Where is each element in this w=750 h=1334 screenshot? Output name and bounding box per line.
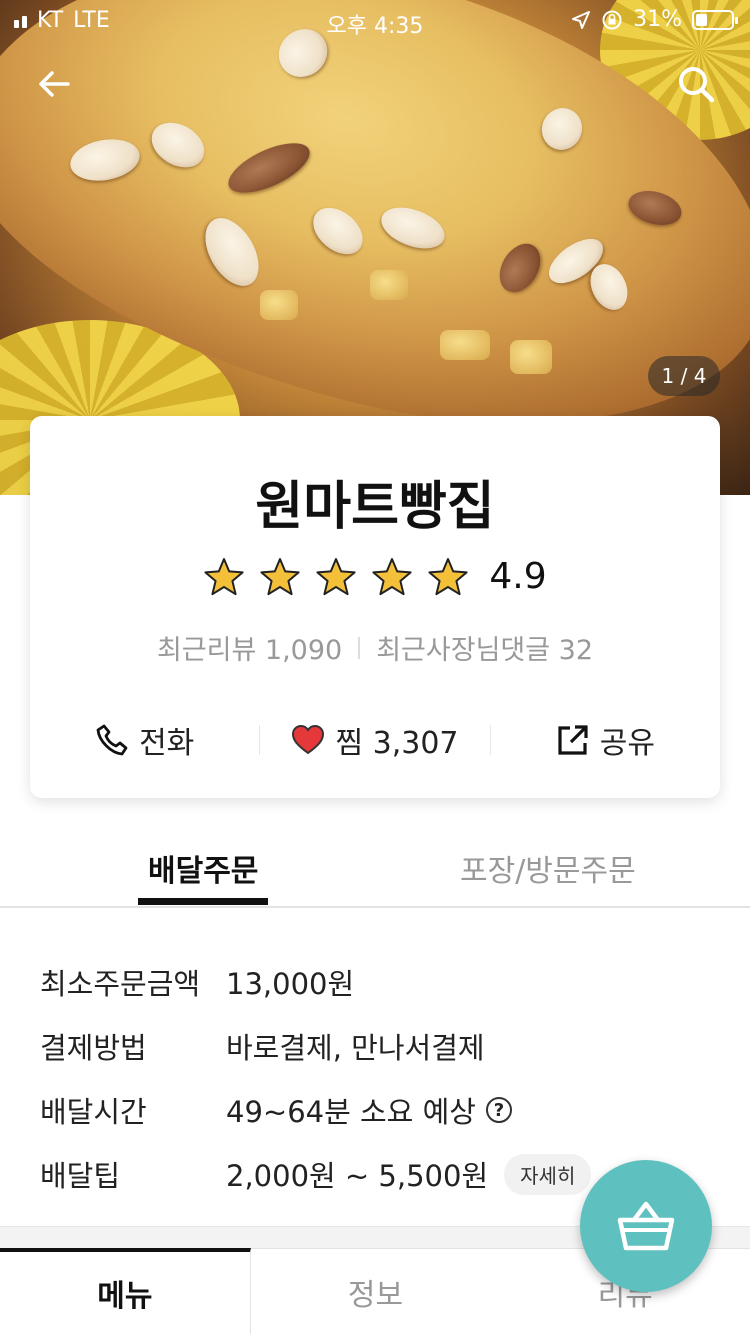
order-type-tabs: 배달주문 포장/방문주문 [0,820,750,908]
call-button[interactable]: 전화 [30,718,259,762]
store-rating[interactable]: 4.9 [30,556,720,597]
share-icon [558,725,588,755]
phone-icon [96,724,128,756]
star-icon [316,557,356,595]
info-value-group: 2,000원 ~ 5,500원 자세히 [226,1153,592,1195]
info-value: 49~64분 소요 예상 [226,1095,476,1129]
location-arrow-icon [572,10,591,29]
info-row-min-order: 최소주문금액 13,000원 [40,950,720,1014]
info-label: 최소주문금액 [40,967,201,1001]
like-label: 찜 3,307 [335,726,459,761]
rating-value: 4.9 [489,556,547,597]
tab-delivery-order[interactable]: 배달주문 [138,846,269,905]
status-bar: KT LTE 오후 4:35 31% [0,0,750,40]
info-value: 2,000원 ~ 5,500원 [226,1159,489,1193]
battery-fill [696,13,707,26]
tab-delivery-label: 배달주문 [148,854,259,889]
divider [358,636,361,659]
call-label: 전화 [139,726,195,761]
store-actions: 전화 찜 3,307 공유 [30,716,720,764]
image-counter: 1 / 4 [648,356,720,396]
info-row-delivery-time: 배달시간 49~64분 소요 예상 ? [40,1078,720,1142]
owner-replies-link[interactable]: 최근사장님댓글 32 [376,628,593,667]
store-name: 원마트빵집 [255,477,495,537]
cart-basket-icon [617,1201,675,1251]
recent-reviews-link[interactable]: 최근리뷰 1,090 [157,628,342,667]
active-tab-indicator [138,898,269,905]
rotation-lock-icon [602,10,622,29]
share-button[interactable]: 공유 [491,718,720,762]
search-button[interactable] [672,60,720,108]
back-arrow-icon [39,71,70,97]
info-value: 13,000원 [226,967,355,1001]
info-label: 결제방법 [40,1031,147,1065]
like-button[interactable]: 찜 3,307 [260,718,489,762]
info-value: 바로결제, 만나서결제 [226,1031,485,1065]
search-icon [679,67,715,103]
back-button[interactable] [30,60,78,108]
share-label: 공유 [599,726,655,761]
store-page: 1 / 4 KT LTE 오후 4:35 31% 원마트빵집 4.9 최근리뷰 … [0,0,750,1334]
delivery-tip-detail-button[interactable]: 자세히 [504,1153,592,1195]
battery-percent: 31% [633,7,682,32]
star-icon [428,557,468,595]
star-icon [372,557,412,595]
info-label: 배달팁 [40,1159,121,1193]
tab-info[interactable]: 정보 [250,1248,501,1334]
rating-stars [203,557,469,597]
tab-pickup-order[interactable]: 포장/방문주문 [460,846,636,890]
question-icon[interactable]: ? [485,1097,512,1123]
crumb [440,330,490,360]
star-icon [260,557,300,595]
store-info-card: 원마트빵집 4.9 최근리뷰 1,090 최근사장님댓글 32 전화 찜 3,3… [30,416,720,798]
info-value-group: 49~64분 소요 예상 ? [226,1089,512,1131]
crumb [260,290,298,320]
star-icon [204,557,244,595]
tab-menu[interactable]: 메뉴 [0,1248,251,1334]
battery-icon [692,9,738,30]
cart-button[interactable] [580,1160,712,1292]
tab-pickup-label: 포장/방문주문 [460,854,636,889]
review-counts: 최근리뷰 1,090 최근사장님댓글 32 [30,628,720,667]
info-label: 배달시간 [40,1095,147,1129]
heart-icon [292,724,325,755]
info-row-payment: 결제방법 바로결제, 만나서결제 [40,1014,720,1078]
status-right: 31% [571,7,738,32]
crumb [370,270,408,300]
crumb [510,340,552,374]
